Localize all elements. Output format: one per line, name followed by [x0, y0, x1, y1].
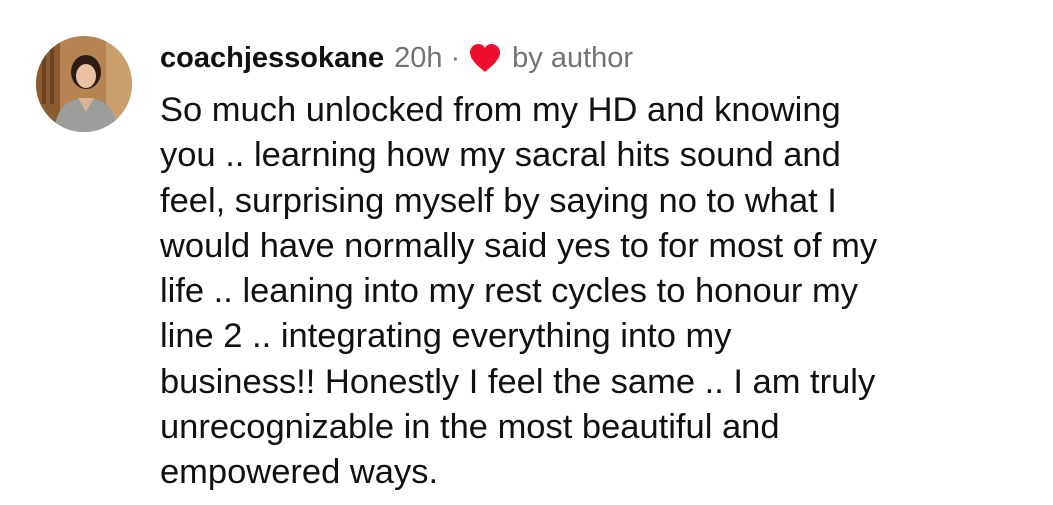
avatar-image	[36, 36, 132, 132]
comment-text-line: life .. leaning into my rest cycles to h…	[160, 272, 858, 311]
heart-icon	[468, 43, 502, 73]
comment-text: So much unlocked from my HD and knowing …	[160, 88, 1040, 496]
avatar[interactable]	[36, 36, 132, 132]
comment-text-line: business!! Honestly I feel the same .. I…	[160, 362, 876, 401]
comment-text-line: feel, surprising myself by saying no to …	[160, 181, 837, 220]
comment-header: coachjessokane 20h · by author	[160, 38, 633, 78]
comment-text-line: line 2 .. integrating everything into my	[160, 317, 732, 356]
username-link[interactable]: coachjessokane	[160, 42, 384, 75]
comment-text-line: unrecognizable in the most beautiful and	[160, 408, 780, 447]
separator-dot: ·	[450, 41, 461, 74]
comment-text-line: you .. learning how my sacral hits sound…	[160, 136, 841, 175]
timestamp[interactable]: 20h	[394, 42, 442, 75]
liked-by-author-label: by author	[512, 41, 634, 74]
comment: coachjessokane 20h · by author So much u…	[0, 0, 1053, 505]
comment-text-line: empowered ways.	[160, 453, 439, 492]
comment-text-line: So much unlocked from my HD and knowing	[160, 91, 841, 129]
comment-text-line: would have normally said yes to for most…	[160, 226, 878, 265]
